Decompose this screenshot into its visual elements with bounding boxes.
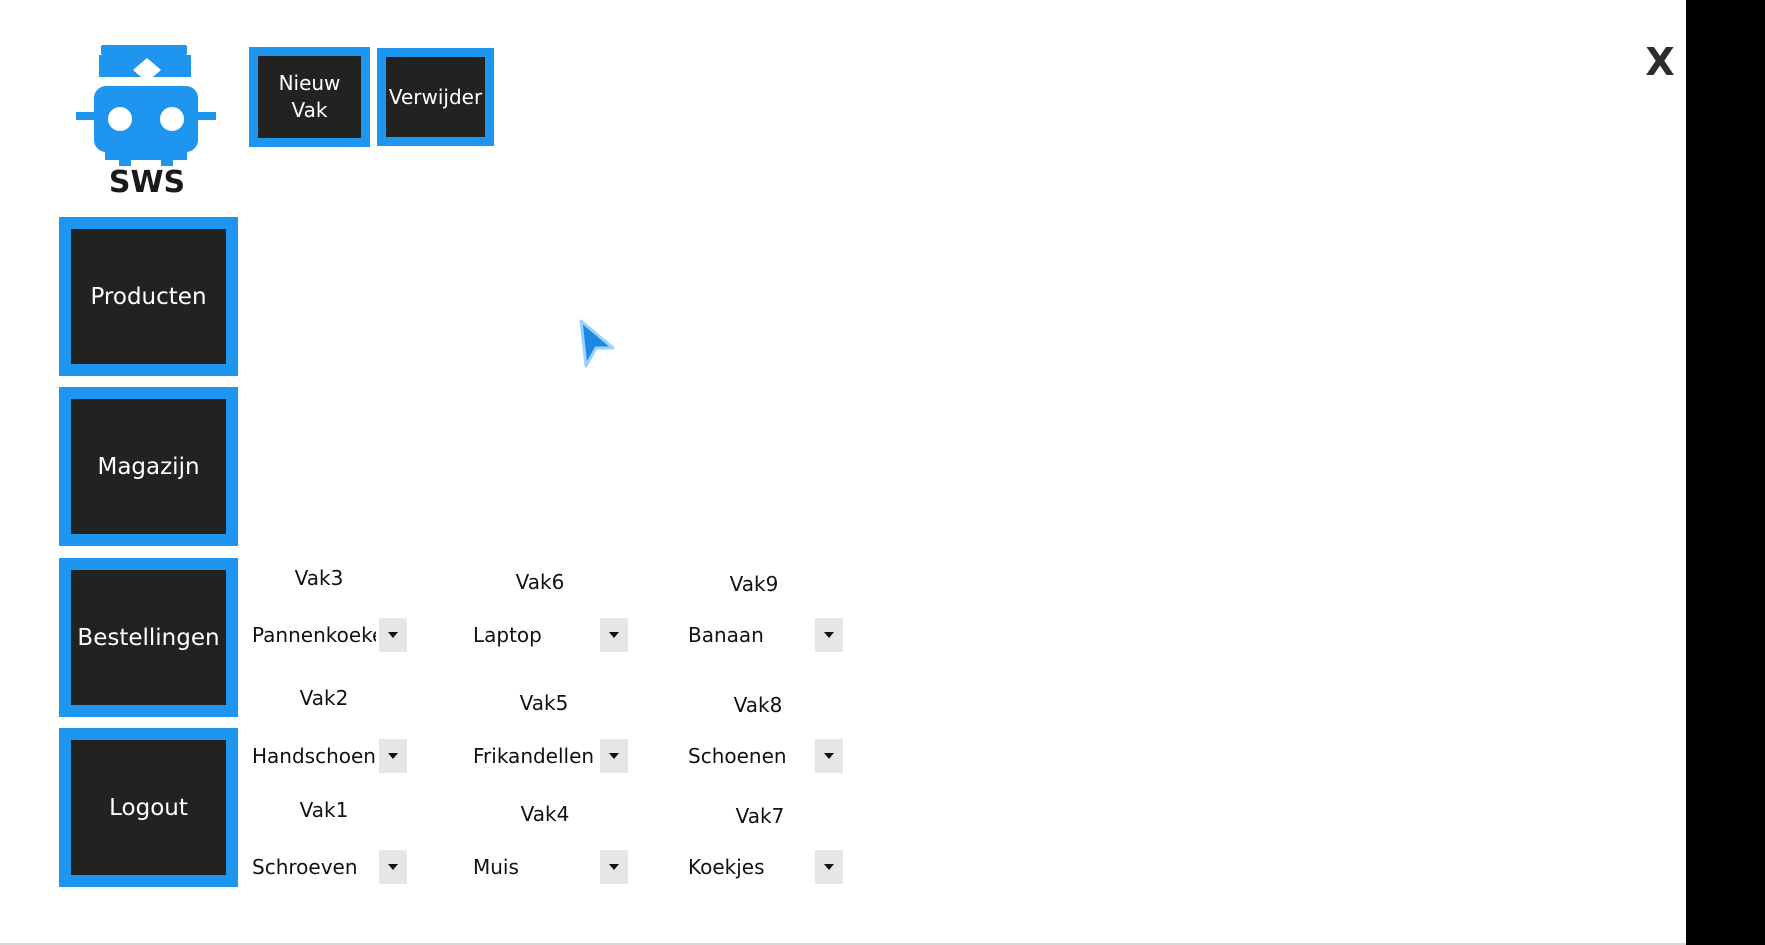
dropdown-arrow-icon[interactable]: [600, 850, 628, 884]
vak-dropdown-value: Schoenen: [688, 744, 787, 768]
robot-logo-icon: SWS: [76, 45, 216, 200]
dropdown-arrow-icon[interactable]: [379, 850, 407, 884]
vak-dropdown[interactable]: Schroeven: [252, 850, 412, 884]
mouse-cursor-icon: [578, 318, 616, 370]
vak-dropdown-value: Handschoenen: [252, 744, 376, 768]
vak-dropdown-value: Pannenkoeken: [252, 623, 376, 647]
dropdown-arrow-icon[interactable]: [379, 618, 407, 652]
close-button[interactable]: X: [1640, 38, 1680, 86]
vak-label: Vak3: [294, 566, 344, 590]
nav-producten-button[interactable]: Producten: [59, 217, 238, 376]
main-window: X SWS Nieuw Vak Verwijder Producten Maga…: [0, 0, 1686, 943]
delete-button[interactable]: Verwijder: [377, 48, 494, 146]
dropdown-arrow-icon[interactable]: [815, 850, 843, 884]
vak-dropdown[interactable]: Koekjes: [688, 850, 848, 884]
vak-label: Vak9: [729, 572, 779, 596]
dropdown-arrow-icon[interactable]: [379, 739, 407, 773]
dropdown-arrow-icon[interactable]: [600, 618, 628, 652]
vak-dropdown[interactable]: Pannenkoeken: [252, 618, 412, 652]
vak-label: Vak8: [733, 693, 783, 717]
vak-label: Vak6: [515, 570, 565, 594]
sws-logo: SWS: [75, 42, 220, 200]
vak-label: Vak2: [299, 686, 349, 710]
vak-label: Vak1: [299, 798, 349, 822]
nav-logout-button[interactable]: Logout: [59, 728, 238, 887]
vak-dropdown[interactable]: Handschoenen: [252, 739, 412, 773]
vak-dropdown-value: Schroeven: [252, 855, 358, 879]
vak-dropdown[interactable]: Banaan: [688, 618, 848, 652]
nav-bestellingen-button[interactable]: Bestellingen: [59, 558, 238, 717]
vak-label: Vak4: [520, 802, 570, 826]
new-vak-button[interactable]: Nieuw Vak: [249, 47, 370, 147]
vak-dropdown-value: Koekjes: [688, 855, 765, 879]
vak-dropdown[interactable]: Muis: [473, 850, 633, 884]
vak-dropdown-value: Muis: [473, 855, 519, 879]
vak-dropdown-value: Frikandellen: [473, 744, 595, 768]
vak-dropdown[interactable]: Schoenen: [688, 739, 848, 773]
nav-magazijn-button[interactable]: Magazijn: [59, 387, 238, 546]
dropdown-arrow-icon[interactable]: [815, 618, 843, 652]
vak-dropdown-value: Banaan: [688, 623, 764, 647]
logo-text: SWS: [109, 165, 185, 197]
vak-dropdown[interactable]: Laptop: [473, 618, 633, 652]
vak-label: Vak7: [735, 804, 785, 828]
vak-dropdown-value: Laptop: [473, 623, 542, 647]
dropdown-arrow-icon[interactable]: [600, 739, 628, 773]
vak-dropdown[interactable]: Frikandellen: [473, 739, 633, 773]
dropdown-arrow-icon[interactable]: [815, 739, 843, 773]
vak-label: Vak5: [519, 691, 569, 715]
